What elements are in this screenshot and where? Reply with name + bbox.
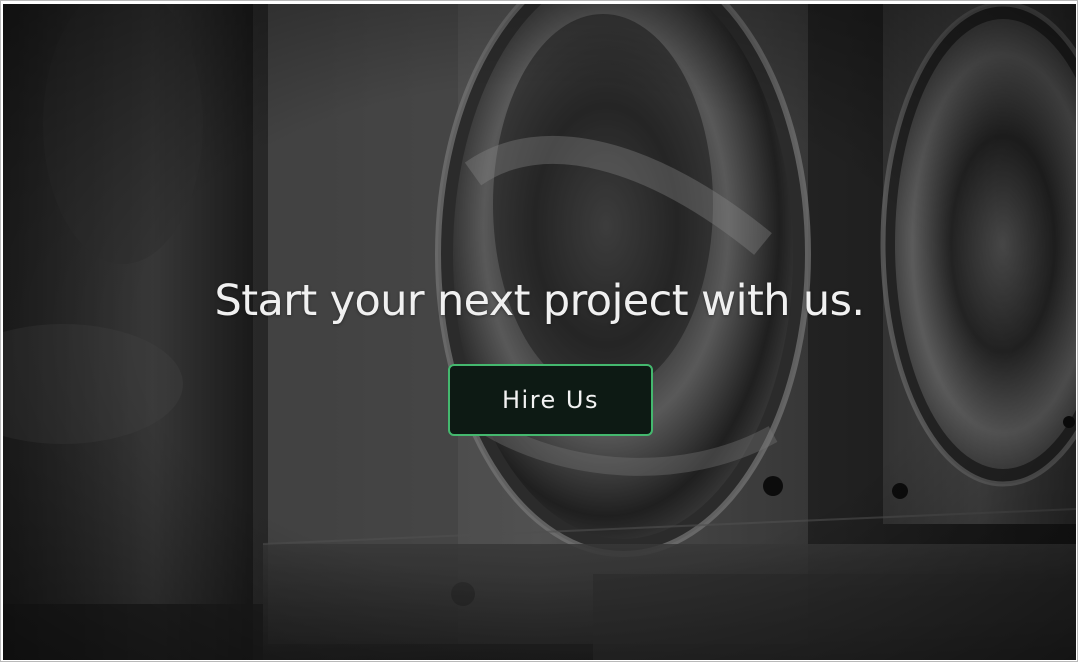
hero-background-image (3, 4, 1076, 660)
page-frame: Start your next project with us. Hire Us (0, 0, 1078, 662)
hire-us-button[interactable]: Hire Us (448, 364, 653, 436)
hero-section: Start your next project with us. Hire Us (3, 4, 1076, 660)
hero-title: Start your next project with us. (214, 276, 866, 326)
